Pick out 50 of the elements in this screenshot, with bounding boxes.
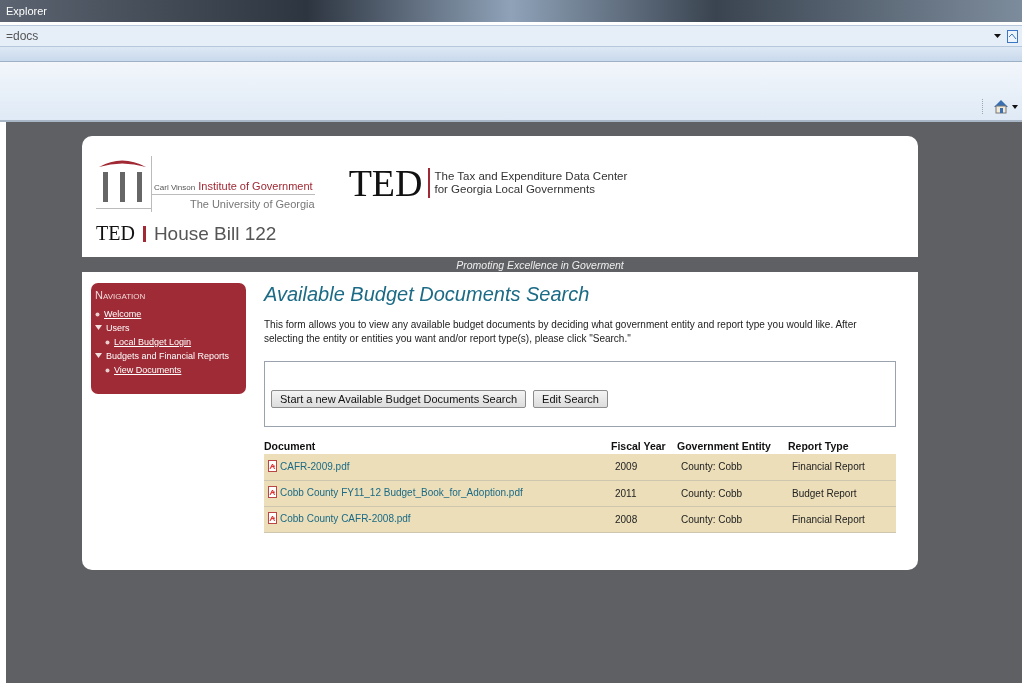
column-header: Document bbox=[264, 438, 611, 454]
table-cell: County: Cobb bbox=[677, 480, 788, 506]
bullet-icon bbox=[105, 339, 110, 345]
pdf-icon bbox=[268, 512, 277, 524]
document-link[interactable]: CAFR-2009.pdf bbox=[268, 459, 350, 472]
address-text: =docs bbox=[6, 29, 40, 43]
description: This form allows you to view any available budget documents by deciding what government entity and report type you would like. After selecting the entity or entities you want and/or report type(s), please click "Search." bbox=[264, 318, 858, 346]
nav-link[interactable]: Local Budget Login bbox=[114, 335, 192, 349]
home-icon[interactable] bbox=[993, 99, 1009, 114]
institute-name: Carl Vinson Institute of Government bbox=[152, 180, 315, 195]
expanded-arrow-icon[interactable] bbox=[95, 325, 102, 331]
document-link[interactable]: Cobb County CAFR-2008.pdf bbox=[268, 512, 411, 524]
site-title: House Bill 122 bbox=[153, 222, 277, 245]
document-link[interactable]: Cobb County FY11_12 Budget_Book_for_Adoption.pdf bbox=[268, 486, 523, 498]
address-field[interactable]: =docs bbox=[0, 25, 1022, 47]
pdf-icon bbox=[268, 459, 277, 472]
nav-heading: Budgets and Financial Reports bbox=[106, 350, 230, 363]
tagline: Promoting Excellence in Goverment bbox=[455, 258, 624, 271]
table-cell: 2008 bbox=[611, 506, 677, 532]
page-heading: Available Budget Documents Search bbox=[264, 283, 591, 306]
dropdown-icon[interactable] bbox=[994, 34, 1001, 38]
column-header: Government Entity bbox=[677, 438, 788, 454]
search-button[interactable]: Start a new Available Budget Documents Search bbox=[271, 390, 527, 408]
navigation-title: Navigation bbox=[95, 289, 147, 301]
ted-subtitle: The Tax and Expenditure Data Center bbox=[434, 170, 628, 183]
table-cell: Financial Report bbox=[788, 506, 896, 532]
table-cell: Budget Report bbox=[788, 480, 896, 506]
column-header: Report Type bbox=[788, 438, 896, 454]
table-cell: 2009 bbox=[611, 454, 677, 480]
university-name: The University of Georgia bbox=[189, 198, 315, 210]
table-cell: County: Cobb bbox=[677, 454, 788, 480]
table-cell: County: Cobb bbox=[677, 506, 788, 532]
nav-link[interactable]: View Documents bbox=[114, 363, 182, 377]
page-icon[interactable] bbox=[1007, 29, 1018, 43]
site-mark: TED bbox=[96, 222, 135, 245]
ted-subtitle: for Georgia Local Governments bbox=[434, 183, 596, 196]
table-cell: Financial Report bbox=[788, 454, 896, 480]
nav-heading: Users bbox=[106, 322, 130, 335]
dropdown-icon[interactable] bbox=[1012, 104, 1018, 109]
columns-logo-icon bbox=[96, 156, 152, 212]
bullet-icon bbox=[95, 311, 100, 317]
ted-logo: TED bbox=[348, 164, 423, 202]
pdf-icon bbox=[268, 486, 277, 498]
table-cell: 2011 bbox=[611, 480, 677, 506]
search-button[interactable]: Edit Search bbox=[533, 390, 608, 408]
nav-link[interactable]: Welcome bbox=[104, 307, 142, 321]
expanded-arrow-icon[interactable] bbox=[95, 353, 102, 359]
column-header: Fiscal Year bbox=[611, 438, 677, 454]
bullet-icon bbox=[105, 367, 110, 373]
window-title: Explorer bbox=[6, 5, 47, 17]
